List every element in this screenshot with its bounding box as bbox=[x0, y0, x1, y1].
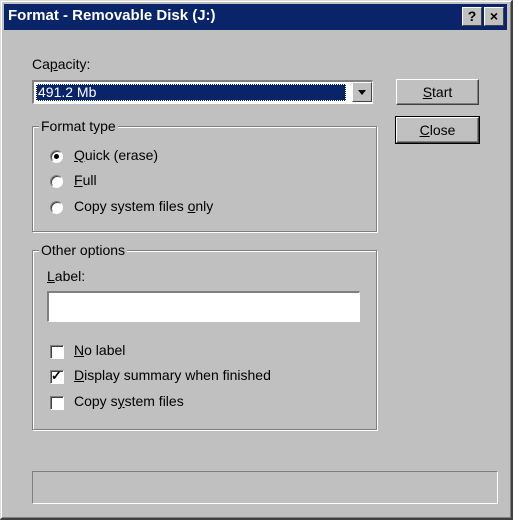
radio-copy-system-only[interactable] bbox=[50, 201, 63, 214]
radio-copy-system-only-label[interactable]: Copy system files only bbox=[74, 198, 213, 214]
help-icon: ? bbox=[467, 8, 477, 24]
capacity-selected-value: 491.2 Mb bbox=[36, 84, 346, 101]
checkmark-icon: ✓ bbox=[51, 368, 62, 383]
radio-quick[interactable] bbox=[50, 150, 63, 163]
radio-full-label[interactable]: Full bbox=[74, 172, 97, 188]
close-window-button[interactable]: × bbox=[484, 7, 504, 26]
checkbox-copy-system-text[interactable]: Copy system files bbox=[74, 393, 184, 409]
window-title: Format - Removable Disk (J:) bbox=[8, 7, 216, 24]
checkbox-copy-system[interactable] bbox=[50, 396, 64, 410]
checkbox-display-summary-text[interactable]: Display summary when finished bbox=[74, 367, 271, 383]
format-type-legend: Format type bbox=[39, 118, 118, 134]
capacity-label: Capacity: bbox=[32, 56, 91, 72]
close-icon: × bbox=[489, 8, 499, 24]
checkbox-display-summary[interactable]: ✓ bbox=[50, 368, 64, 384]
radio-full[interactable] bbox=[50, 175, 63, 188]
start-button[interactable]: Start bbox=[396, 79, 479, 105]
help-button[interactable]: ? bbox=[462, 7, 482, 26]
checkbox-no-label[interactable] bbox=[50, 345, 64, 359]
checkbox-no-label-text[interactable]: No label bbox=[74, 342, 125, 358]
radio-selected-dot bbox=[54, 154, 59, 159]
title-bar[interactable]: Format - Removable Disk (J:) ? × bbox=[4, 4, 507, 30]
chevron-down-icon[interactable] bbox=[352, 82, 372, 102]
radio-quick-label[interactable]: Quick (erase) bbox=[74, 147, 158, 163]
progress-bar bbox=[32, 471, 498, 504]
other-options-legend: Other options bbox=[39, 242, 128, 258]
format-dialog: Format - Removable Disk (J:) ? × Capacit… bbox=[0, 0, 513, 520]
close-button[interactable]: Close bbox=[395, 116, 480, 144]
label-field-caption: Label: bbox=[47, 268, 86, 284]
label-input[interactable] bbox=[47, 291, 360, 322]
capacity-dropdown[interactable]: 491.2 Mb bbox=[32, 80, 373, 104]
